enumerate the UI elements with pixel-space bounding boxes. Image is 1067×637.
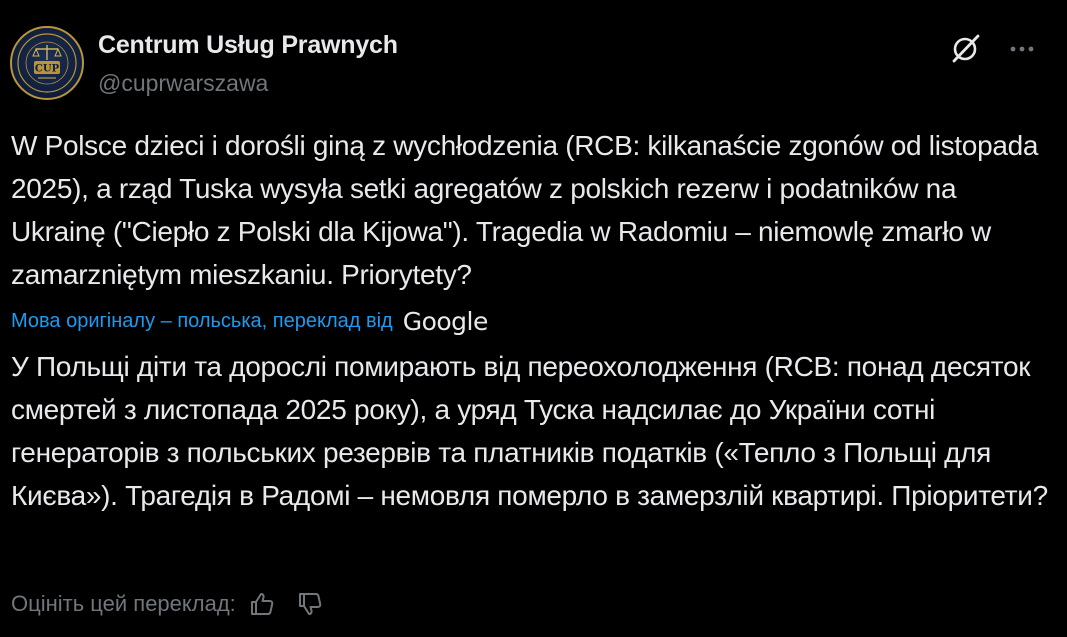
author-display-name[interactable]: Centrum Usług Prawnych [98,30,398,60]
grok-icon[interactable] [950,32,982,64]
translation-source-link[interactable]: Мова оригіналу – польська, переклад від [11,310,393,333]
google-logo: Google [402,306,489,336]
tweet-header: CUP Centrum Usług Prawnych @cuprwarszawa [10,26,1057,102]
more-icon[interactable] [1005,32,1039,66]
post-text: W Polsce dzieci i dorośli giną z wychłod… [11,130,1039,290]
thumbs-down-icon[interactable] [296,590,324,618]
rating-label: Оцініть цей переклад: [11,591,236,616]
avatar-logo-text: CUP [35,64,60,75]
author-handle[interactable]: @cuprwarszawa [98,68,398,98]
translated-text: У Польщі діти та дорослі помирають від п… [11,351,1048,511]
translation-rating: Оцініть цей переклад: [11,588,324,620]
author-names: Centrum Usług Prawnych @cuprwarszawa [98,30,398,98]
thumbs-up-icon[interactable] [248,590,276,618]
cup-logo-icon: CUP [17,33,77,93]
tweet: CUP Centrum Usług Prawnych @cuprwarszawa… [0,0,1067,637]
translation-notice: Мова оригіналу – польська, переклад від … [11,305,488,337]
avatar[interactable]: CUP [10,26,84,100]
